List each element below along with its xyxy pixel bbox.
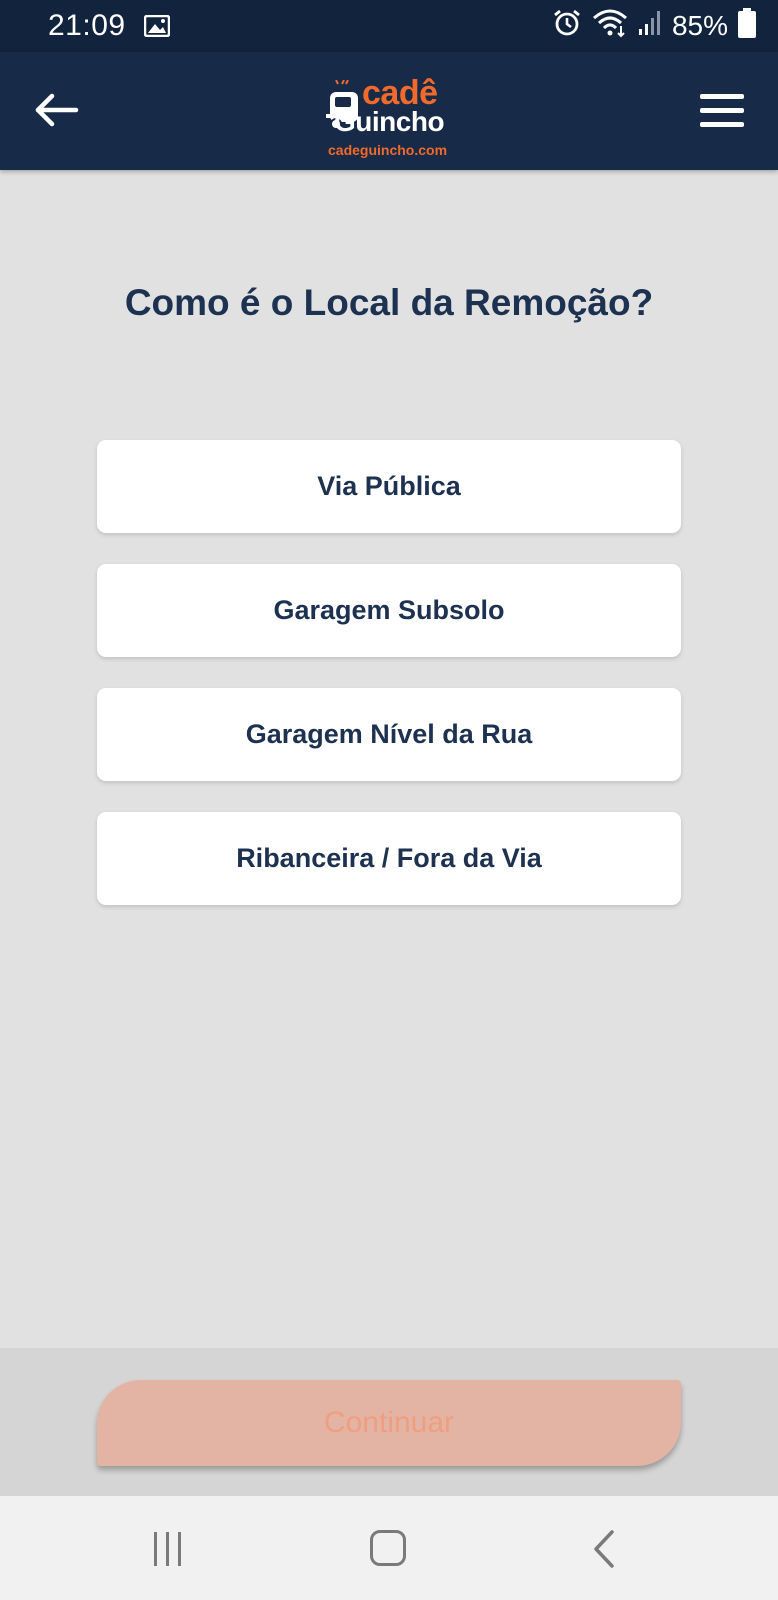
gallery-icon — [143, 14, 170, 38]
app-logo: cadê Guincho cadeguincho.com — [326, 74, 454, 162]
alarm-icon — [552, 8, 582, 45]
battery-percent: 85% — [671, 10, 728, 41]
continue-button[interactable]: Continuar — [97, 1380, 681, 1466]
hamburger-menu-icon — [700, 94, 744, 99]
status-right: 85% — [552, 7, 756, 45]
signal-icon — [638, 9, 662, 44]
option-via-publica[interactable]: Via Pública — [97, 440, 681, 533]
bottom-action-area: Continuar — [0, 1348, 778, 1496]
menu-button[interactable] — [700, 94, 748, 130]
arrow-left-icon — [35, 93, 79, 127]
home-icon[interactable] — [370, 1530, 406, 1566]
system-nav-bar — [0, 1496, 778, 1600]
hamburger-menu-line — [700, 108, 744, 113]
status-bar: 21:09 85% — [0, 0, 778, 52]
logo-text-cade: cadê — [362, 74, 438, 112]
status-time: 21:09 — [48, 9, 126, 42]
page-title: Como é o Local da Remoção? — [124, 282, 654, 323]
battery-icon — [738, 7, 756, 45]
back-icon[interactable] — [590, 1528, 620, 1570]
logo-text-guincho: Guincho — [334, 106, 445, 137]
option-garagem-nivel-da-rua[interactable]: Garagem Nível da Rua — [97, 688, 681, 781]
back-button[interactable] — [32, 88, 82, 132]
location-options: Via Pública Garagem Subsolo Garagem Níve… — [97, 440, 681, 936]
recent-apps-icon[interactable] — [152, 1532, 188, 1568]
option-ribanceira-fora-da-via[interactable]: Ribanceira / Fora da Via — [97, 812, 681, 905]
wifi-icon — [592, 8, 628, 45]
logo-url: cadeguincho.com — [328, 142, 448, 158]
app-screen: 21:09 85% cadê Guincho cadeguincho.com C… — [0, 0, 778, 1600]
app-header: cadê Guincho cadeguincho.com — [0, 52, 778, 170]
hamburger-menu-line — [700, 122, 744, 127]
option-garagem-subsolo[interactable]: Garagem Subsolo — [97, 564, 681, 657]
